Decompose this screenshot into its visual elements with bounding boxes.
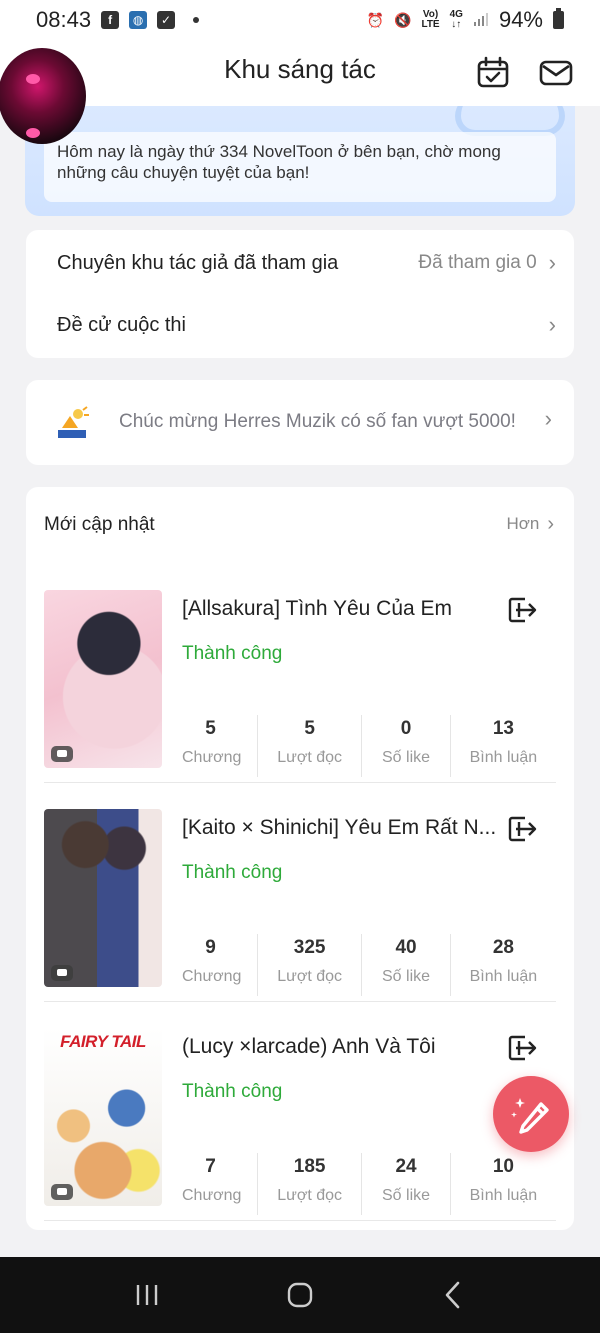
stat-comments: 10 Bình luận: [469, 1156, 538, 1204]
facebook-icon: f: [101, 11, 120, 29]
contest-nomination-label: Đề cử cuộc thi: [57, 313, 186, 336]
megaphone-icon: [58, 406, 89, 438]
app-notification-icon: ◍: [129, 11, 148, 29]
volte-indicator: Vo) LTE: [421, 9, 440, 30]
battery-icon: [553, 8, 564, 29]
back-chevron-icon: [446, 1281, 460, 1309]
calendar-check-icon: [477, 56, 509, 88]
back-button[interactable]: [423, 1275, 483, 1315]
signal-icon: [473, 11, 489, 30]
announcement-card[interactable]: Chúc mừng Herres Muzik có số fan vượt 50…: [26, 380, 574, 465]
book-item[interactable]: [Allsakura] Tình Yêu Của Em Thành công 5…: [44, 487, 556, 777]
status-time: 08:43: [36, 7, 92, 32]
book-stats: 7 Chương 185 Lượt đọc 24 Số like 10 Bình luậ…: [182, 1153, 556, 1215]
battery-percent: 94%: [498, 7, 543, 32]
stat-chapters: 7 Chương: [182, 1156, 242, 1204]
status-bar: 08:43 f ◍ ✓ ⏰ 🔇 Vo) LTE 4G ↓↑ 94%: [0, 0, 600, 40]
write-fab-button[interactable]: [493, 1076, 569, 1152]
mail-button[interactable]: [539, 56, 573, 90]
book-title: [Allsakura] Tình Yêu Của Em: [182, 597, 453, 620]
magic-pencil-icon: [511, 1098, 549, 1134]
book-item[interactable]: FAIRY TAIL (Lucy ×larcade) Anh Và Tôi Th…: [44, 925, 556, 1215]
export-icon[interactable]: [507, 595, 537, 625]
checkbox-notification-icon: ✓: [157, 11, 176, 29]
export-icon[interactable]: [507, 1033, 537, 1063]
contest-nomination-row[interactable]: Đề cử cuộc thi ›: [57, 310, 556, 340]
home-button[interactable]: [270, 1275, 330, 1315]
book-status: Thành công: [182, 643, 283, 664]
recent-updates-card: Mới cập nhật Hơn › [Allsakura] Tình Yêu …: [26, 487, 574, 1230]
joined-zone-value: Đã tham gia 0: [418, 252, 537, 273]
export-icon[interactable]: [507, 814, 537, 844]
stat-reads: 185 Lượt đọc: [277, 1156, 343, 1204]
app-header: Khu sáng tác: [0, 40, 600, 106]
chevron-right-icon: ›: [544, 406, 552, 431]
mail-icon: [539, 60, 573, 86]
recent-apps-icon: [136, 1285, 157, 1305]
divider: [44, 1220, 556, 1221]
greeting-banner: Hôm nay là ngày thứ 334 NovelToon ở bên …: [25, 106, 575, 216]
announcement-text: Chúc mừng Herres Muzik có số fan vượt 50…: [119, 411, 516, 432]
joined-zone-label: Chuyên khu tác giả đã tham gia: [57, 251, 339, 274]
calendar-check-button[interactable]: [476, 56, 510, 90]
comment-badge-icon: [51, 1184, 73, 1200]
more-notifications-dot-icon: [193, 17, 200, 23]
book-status: Thành công: [182, 862, 283, 883]
book-item[interactable]: [Kaito × Shinichi] Yêu Em Rất N... Thành…: [44, 706, 556, 996]
home-icon: [287, 1282, 313, 1308]
book-status: Thành công: [182, 1081, 283, 1102]
chevron-right-icon: ›: [548, 312, 556, 337]
author-menu-card: Chuyên khu tác giả đã tham gia Đã tham g…: [26, 230, 574, 358]
recent-apps-button[interactable]: [117, 1275, 177, 1315]
stat-likes: 24 Số like: [382, 1156, 431, 1204]
joined-zone-row[interactable]: Chuyên khu tác giả đã tham gia Đã tham g…: [57, 248, 556, 278]
book-title: [Kaito × Shinichi] Yêu Em Rất N...: [182, 816, 497, 839]
page-title: Khu sáng tác: [224, 54, 376, 84]
book-title: (Lucy ×larcade) Anh Và Tôi: [182, 1035, 436, 1058]
mute-icon: 🔇: [394, 11, 412, 28]
system-nav-bar: [0, 1257, 600, 1333]
chevron-right-icon: ›: [548, 250, 556, 275]
greeting-message: Hôm nay là ngày thứ 334 NovelToon ở bên …: [44, 132, 556, 202]
user-avatar[interactable]: [0, 48, 86, 144]
alarm-icon: ⏰: [366, 11, 385, 28]
4g-indicator: 4G ↓↑: [449, 9, 463, 30]
book-cover: FAIRY TAIL: [44, 1028, 162, 1206]
cover-logo: FAIRY TAIL: [60, 1032, 146, 1051]
